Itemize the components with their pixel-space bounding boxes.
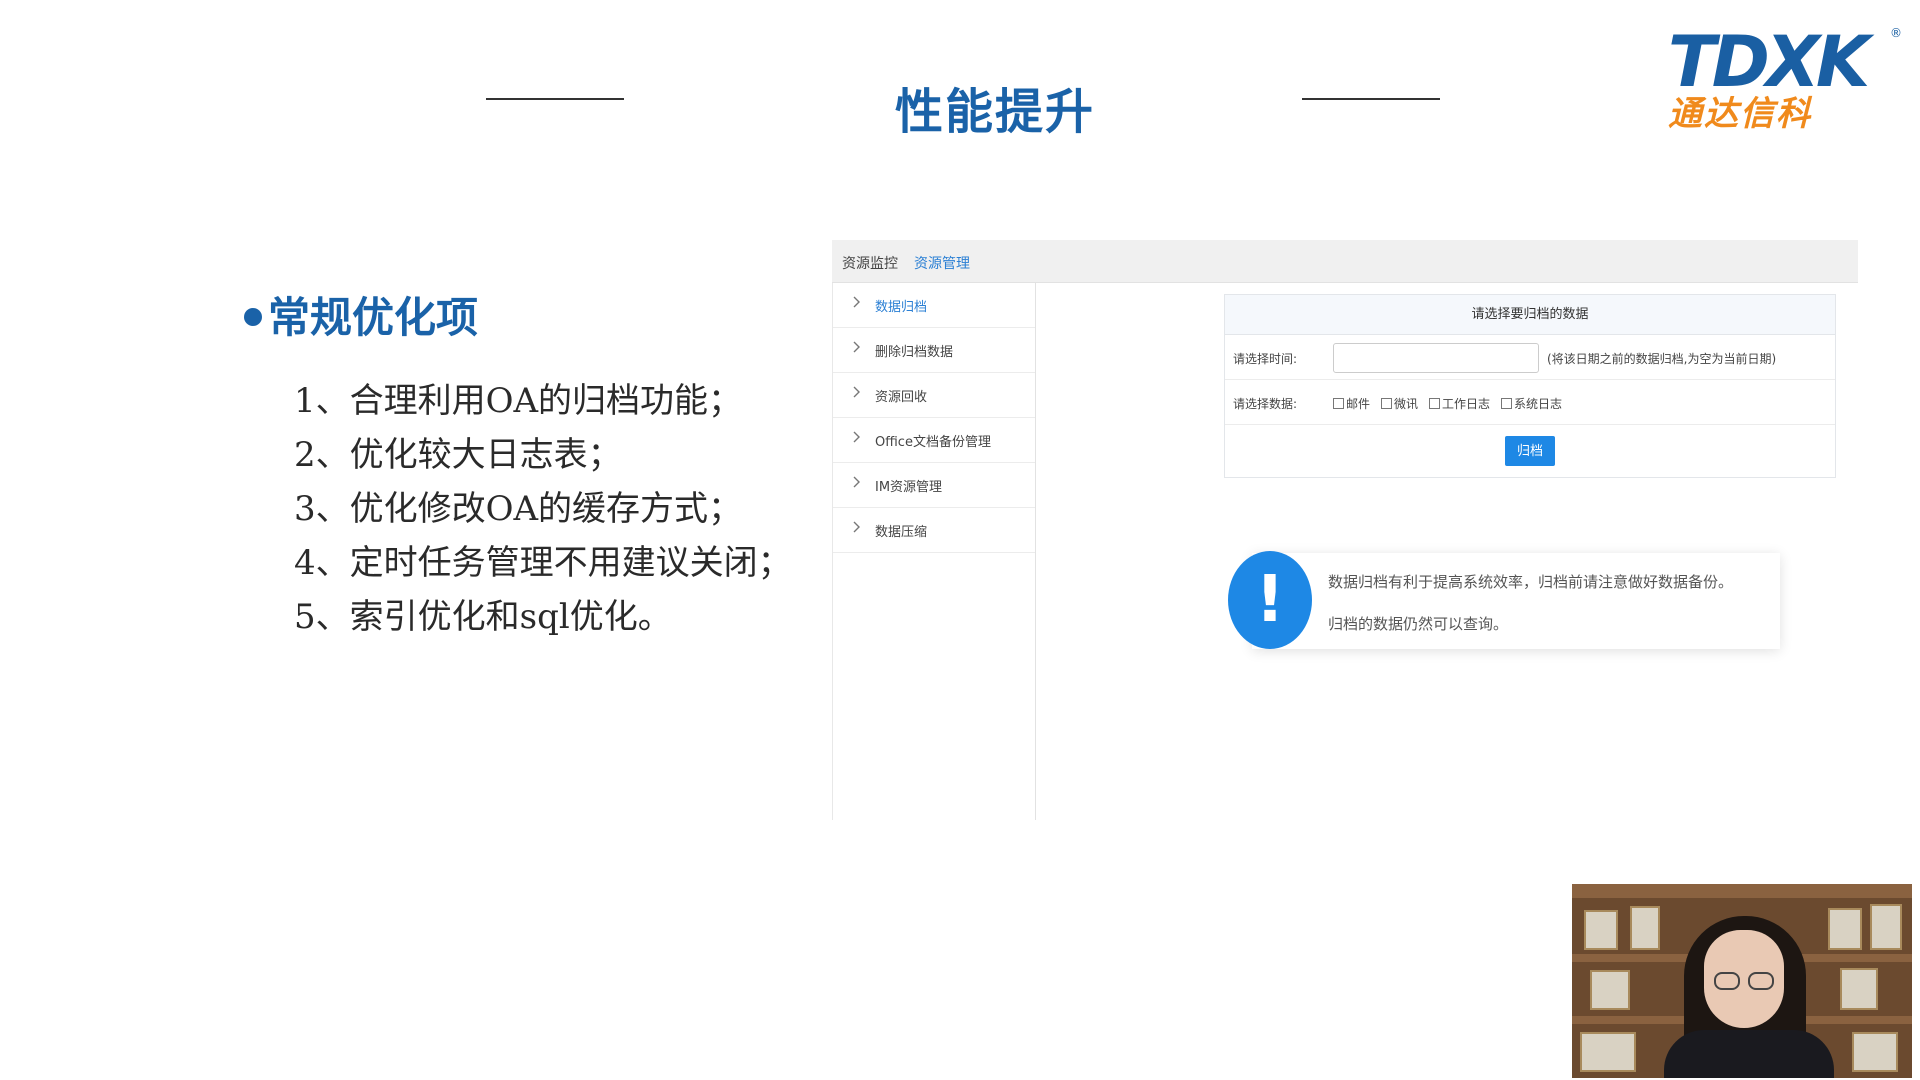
chevron-right-icon <box>853 386 860 398</box>
checkbox-icon <box>1381 398 1392 409</box>
sidebar-item-label: Office文档备份管理 <box>875 435 991 450</box>
chevron-right-icon <box>853 476 860 488</box>
tab-resource-management[interactable]: 资源管理 <box>914 253 970 273</box>
date-input[interactable] <box>1333 343 1539 373</box>
sidebar-item-data-archive[interactable]: 数据归档 <box>833 283 1035 328</box>
sidebar-item-label: 数据压缩 <box>875 525 928 540</box>
sidebar-item-data-compress[interactable]: 数据压缩 <box>833 508 1035 553</box>
list-item: 2、优化较大日志表； <box>294 435 622 475</box>
sidebar-item-office-backup[interactable]: Office文档备份管理 <box>833 418 1035 463</box>
sidebar-item-label: 删除归档数据 <box>875 345 954 360</box>
archive-screenshot: 资源监控 资源管理 数据归档 删除归档数据 资源回收 Office文档备份管理 … <box>832 240 1858 820</box>
checkbox-mail[interactable]: 邮件 <box>1333 395 1370 412</box>
logo-name: 通达信科 <box>1668 94 1812 134</box>
presenter-body <box>1664 1030 1834 1078</box>
picture-frame <box>1852 1032 1898 1072</box>
section-heading: 常规优化项 <box>244 284 478 345</box>
checkbox-icon <box>1333 398 1344 409</box>
picture-frame <box>1630 906 1660 950</box>
chevron-right-icon <box>853 431 860 443</box>
checkbox-icon <box>1429 398 1440 409</box>
sidebar-item-im-resource[interactable]: IM资源管理 <box>833 463 1035 508</box>
list-item: 1、合理利用OA的归档功能； <box>294 381 743 421</box>
bullet-dot-icon <box>244 307 262 326</box>
sidebar-item-label: IM资源管理 <box>875 480 943 495</box>
picture-frame <box>1840 968 1878 1010</box>
glasses-icon <box>1714 972 1740 990</box>
checkbox-icon <box>1501 398 1512 409</box>
picture-frame <box>1828 908 1862 950</box>
form-header: 请选择要归档的数据 <box>1225 295 1835 335</box>
checkbox-weixun[interactable]: 微讯 <box>1381 395 1418 412</box>
picture-frame <box>1870 904 1902 950</box>
list-item: 4、定时任务管理不用建议关闭； <box>294 543 792 583</box>
glasses-icon <box>1748 972 1774 990</box>
sidebar-item-delete-archive[interactable]: 删除归档数据 <box>833 328 1035 373</box>
logo-mark: TDXK <box>1668 21 1870 103</box>
checkbox-work-log[interactable]: 工作日志 <box>1429 395 1490 412</box>
time-label: 请选择时间: <box>1233 352 1298 366</box>
slide-title: 性能提升 <box>894 84 1095 140</box>
list-item: 3、优化修改OA的缓存方式； <box>294 489 743 529</box>
list-item: 5、索引优化和sql优化。 <box>294 597 672 637</box>
time-row: 请选择时间: (将该日期之前的数据归档,为空为当前日期) <box>1225 335 1835 380</box>
picture-frame <box>1580 1032 1636 1072</box>
chevron-right-icon <box>853 296 860 308</box>
sidebar-item-resource-recycle[interactable]: 资源回收 <box>833 373 1035 418</box>
chevron-right-icon <box>853 341 860 353</box>
tab-bar: 资源监控 资源管理 <box>832 240 1858 283</box>
data-label: 请选择数据: <box>1233 397 1298 411</box>
data-row: 请选择数据: 邮件 微讯 工作日志 系统日志 <box>1225 380 1835 425</box>
archive-form: 请选择要归档的数据 请选择时间: (将该日期之前的数据归档,为空为当前日期) 请… <box>1224 294 1836 478</box>
picture-frame <box>1590 970 1630 1010</box>
notice-line-2: 归档的数据仍然可以查询。 <box>1328 615 1509 633</box>
time-hint: (将该日期之前的数据归档,为空为当前日期) <box>1547 352 1777 366</box>
picture-frame <box>1584 910 1618 950</box>
sidebar-item-label: 数据归档 <box>875 300 928 315</box>
company-logo: TDXK ® 通达信科 <box>1668 26 1904 136</box>
title-rule-right <box>1302 98 1440 100</box>
checkbox-system-log[interactable]: 系统日志 <box>1501 395 1562 412</box>
registered-mark: ® <box>1890 26 1902 40</box>
sidebar: 数据归档 删除归档数据 资源回收 Office文档备份管理 IM资源管理 数据压… <box>832 283 1036 820</box>
optimization-list: 1、合理利用OA的归档功能； 2、优化较大日志表； 3、优化修改OA的缓存方式；… <box>294 374 792 644</box>
sidebar-item-label: 资源回收 <box>875 390 928 405</box>
tab-resource-monitor[interactable]: 资源监控 <box>842 253 898 273</box>
presenter-webcam <box>1572 884 1912 1078</box>
shelf <box>1572 884 1912 898</box>
notice-box: ! 数据归档有利于提高系统效率，归档前请注意做好数据备份。 归档的数据仍然可以查… <box>1228 551 1780 649</box>
archive-button[interactable]: 归档 <box>1505 436 1555 466</box>
exclamation-icon: ! <box>1228 551 1312 649</box>
chevron-right-icon <box>853 521 860 533</box>
notice-line-1: 数据归档有利于提高系统效率，归档前请注意做好数据备份。 <box>1328 573 1734 591</box>
